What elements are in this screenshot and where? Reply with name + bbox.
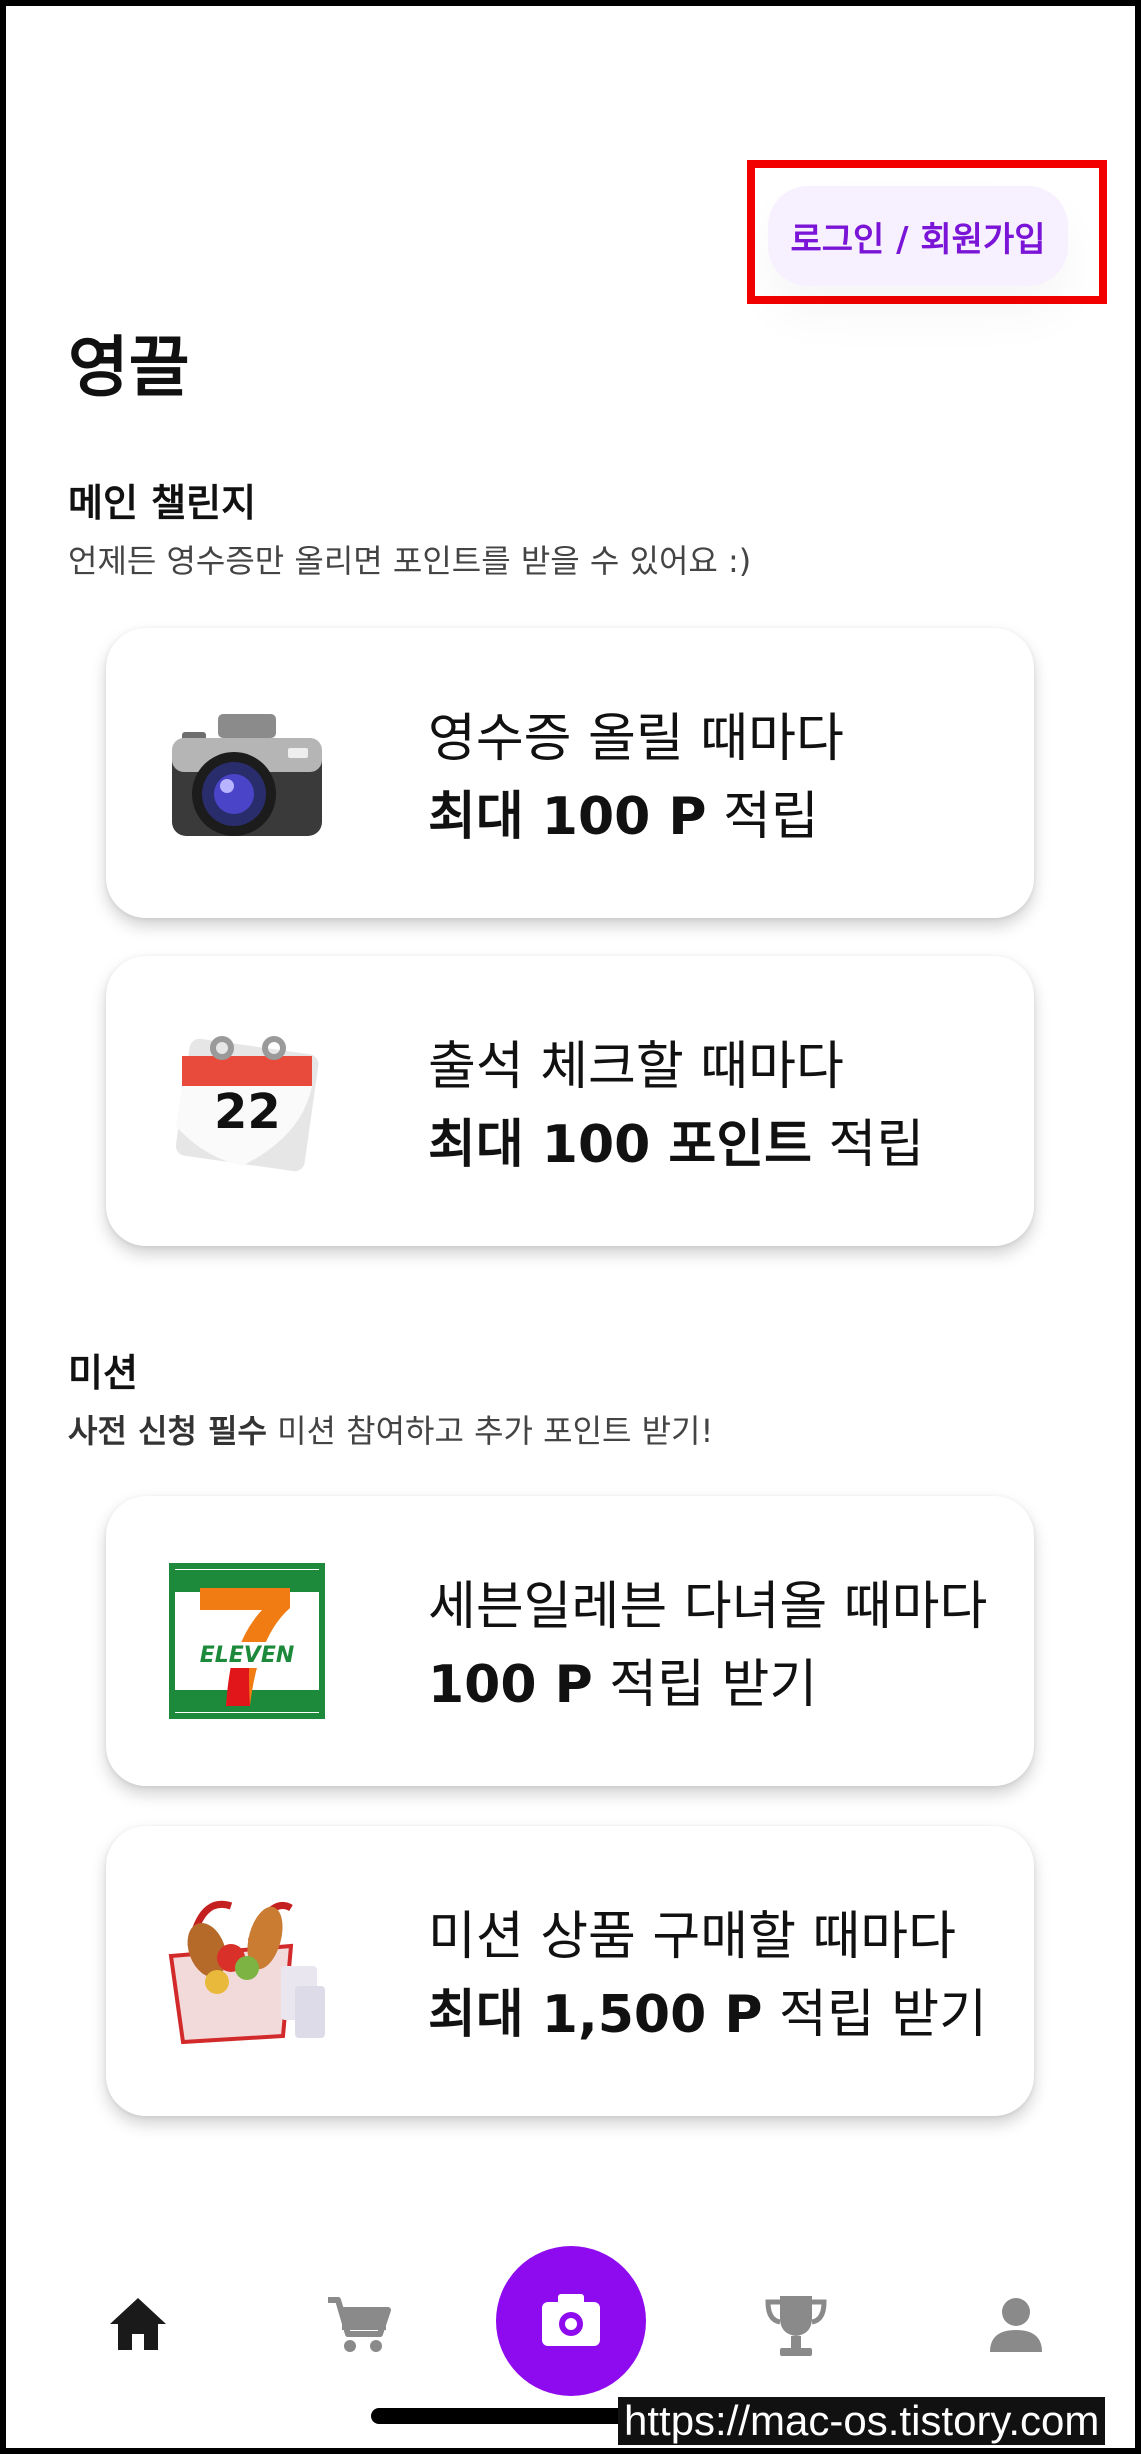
main-challenge-title: 메인 챌린지 — [68, 481, 257, 525]
grocery-basket-icon — [168, 1901, 325, 2045]
login-signup-button[interactable]: 로그인 / 회원가입 — [768, 186, 1068, 286]
card-title: 출석 체크할 때마다 — [428, 1037, 844, 1097]
camera-icon — [172, 714, 322, 836]
calendar-day-number: 22 — [214, 1084, 281, 1140]
card-reward-amount: 최대 1,500 P — [428, 1985, 763, 2045]
app-title: 영끌 — [68, 329, 190, 406]
cart-icon[interactable] — [318, 2284, 398, 2364]
app-screen: 로그인 / 회원가입 영끌 메인 챌린지 언제든 영수증만 올리면 포인트를 받… — [6, 6, 1135, 2448]
card-reward-amount: 최대 100 P — [428, 787, 707, 847]
card-reward-suffix: 적립 — [811, 1115, 925, 1175]
card-reward-amount: 100 P — [428, 1655, 593, 1715]
receipt-upload-card[interactable]: 영수증 올릴 때마다 최대 100 P 적립 — [106, 628, 1034, 918]
card-reward: 최대 100 포인트 적립 — [428, 1102, 924, 1177]
card-reward-amount: 최대 100 포인트 — [428, 1115, 812, 1175]
mission-subtitle: 사전 신청 필수 미션 참여하고 추가 포인트 받기! — [68, 1406, 713, 1452]
card-reward: 100 P 적립 받기 — [428, 1642, 817, 1717]
seven-eleven-card[interactable]: ELEVEN 세븐일레븐 다녀올 때마다 100 P 적립 받기 — [106, 1496, 1034, 1786]
card-reward-suffix: 적립 — [706, 787, 819, 847]
mission-title: 미션 — [68, 1351, 138, 1395]
card-title: 영수증 올릴 때마다 — [428, 709, 844, 769]
card-reward: 최대 1,500 P 적립 받기 — [428, 1972, 987, 2047]
card-reward-suffix: 적립 받기 — [592, 1655, 818, 1715]
card-title: 세븐일레븐 다녀올 때마다 — [428, 1577, 988, 1637]
camera-icon — [542, 2294, 600, 2346]
watermark: https://mac-os.tistory.com — [618, 2397, 1106, 2445]
card-reward: 최대 100 P 적립 — [428, 774, 819, 849]
card-title: 미션 상품 구매할 때마다 — [428, 1907, 956, 1967]
card-reward-suffix: 적립 받기 — [762, 1985, 987, 2045]
mission-subtitle-required: 사전 신청 필수 — [68, 1412, 267, 1450]
camera-upload-button[interactable] — [496, 2246, 646, 2396]
mission-subtitle-rest: 미션 참여하고 추가 포인트 받기! — [266, 1412, 714, 1450]
profile-icon[interactable] — [976, 2284, 1056, 2364]
calendar-icon: 22 — [175, 1036, 319, 1172]
home-icon[interactable] — [98, 2284, 178, 2364]
mission-product-card[interactable]: 미션 상품 구매할 때마다 최대 1,500 P 적립 받기 — [106, 1826, 1034, 2116]
attendance-check-card[interactable]: 22 출석 체크할 때마다 최대 100 포인트 적립 — [106, 956, 1034, 1246]
seven-eleven-logo-text: ELEVEN — [200, 1643, 295, 1668]
trophy-icon[interactable] — [756, 2284, 836, 2364]
seven-eleven-logo: ELEVEN — [169, 1563, 325, 1719]
main-challenge-subtitle: 언제든 영수증만 올리면 포인트를 받을 수 있어요 :) — [68, 542, 752, 580]
